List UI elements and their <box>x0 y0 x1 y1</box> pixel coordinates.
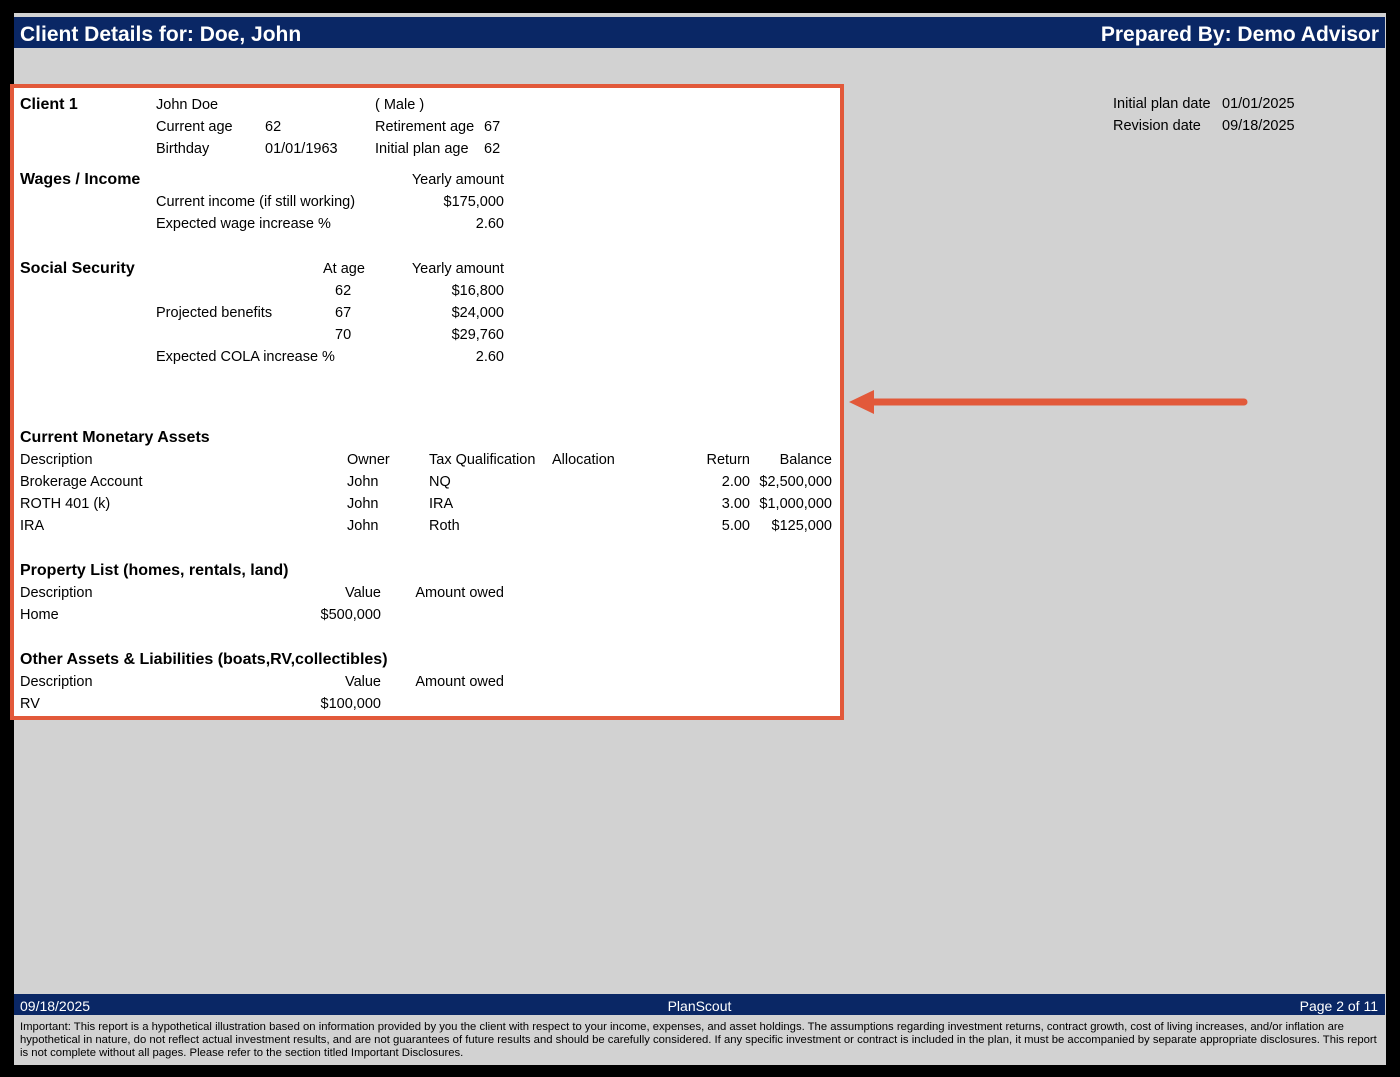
client-heading: Client 1 <box>20 96 78 113</box>
birthday-value: 01/01/1963 <box>265 141 338 157</box>
report-footer: 09/18/2025 PlanScout Page 2 of 11 <box>14 994 1385 1015</box>
initial-plan-age-value: 62 <box>484 141 501 157</box>
property-value-header: Value <box>344 585 381 601</box>
revision-date-label: Revision date <box>1113 118 1201 134</box>
asset-return: 2.00 <box>721 474 750 490</box>
footer-brand: PlanScout <box>667 998 732 1014</box>
footer-page-number: Page 2 of 11 <box>1299 998 1378 1014</box>
asset-owner: John <box>347 496 379 512</box>
retirement-age-label: Retirement age <box>375 119 475 135</box>
ss-row-amount: $29,760 <box>451 327 504 343</box>
ss-row-age: 62 <box>335 283 352 299</box>
current-age-label: Current age <box>156 119 233 135</box>
current-income-label: Current income (if still working) <box>156 194 356 210</box>
assets-description-header: Description <box>20 452 93 468</box>
wages-yearly-header: Yearly amount <box>411 172 504 188</box>
ss-row-age: 67 <box>335 305 352 321</box>
other-description-header: Description <box>20 674 93 690</box>
birthday-label: Birthday <box>156 141 210 157</box>
projected-benefits-label: Projected benefits <box>156 305 273 321</box>
initial-plan-date-value: 01/01/2025 <box>1222 96 1295 112</box>
report-header: Client Details for: Doe, John Prepared B… <box>14 17 1385 48</box>
prepared-by: Prepared By: Demo Advisor <box>1100 23 1379 46</box>
wage-increase-label: Expected wage increase % <box>156 216 331 232</box>
other-value-header: Value <box>344 674 381 690</box>
initial-plan-age-label: Initial plan age <box>375 141 469 157</box>
ss-row-amount: $16,800 <box>451 283 504 299</box>
cola-label: Expected COLA increase % <box>156 349 335 365</box>
assets-balance-header: Balance <box>779 452 832 468</box>
other-value: $100,000 <box>320 696 381 712</box>
ss-age-header: At age <box>323 261 365 277</box>
asset-owner: John <box>347 518 379 534</box>
ss-row-amount: $24,000 <box>451 305 504 321</box>
revision-date-value: 09/18/2025 <box>1222 118 1295 134</box>
assets-return-header: Return <box>706 452 750 468</box>
assets-heading: Current Monetary Assets <box>20 429 210 446</box>
property-value: $500,000 <box>320 607 381 623</box>
current-income-value: $175,000 <box>443 194 504 210</box>
initial-plan-date-label: Initial plan date <box>1113 96 1211 112</box>
assets-tax-header: Tax Qualification <box>429 452 536 468</box>
cola-value: 2.60 <box>475 349 504 365</box>
property-heading: Property List (homes, rentals, land) <box>20 562 289 579</box>
wage-increase-value: 2.60 <box>475 216 504 232</box>
asset-owner: John <box>347 474 379 490</box>
asset-balance: $125,000 <box>771 518 832 534</box>
other-assets-heading: Other Assets & Liabilities (boats,RV,col… <box>20 651 388 668</box>
property-description-header: Description <box>20 585 93 601</box>
asset-tax: NQ <box>429 474 451 490</box>
wages-heading: Wages / Income <box>20 171 141 188</box>
asset-tax: Roth <box>429 518 460 534</box>
asset-description: Brokerage Account <box>20 474 143 490</box>
asset-return: 5.00 <box>721 518 750 534</box>
property-description: Home <box>20 607 59 623</box>
other-description: RV <box>20 696 40 712</box>
social-security-heading: Social Security <box>20 260 135 277</box>
disclaimer-text: Important: This report is a hypothetical… <box>20 1021 1377 1059</box>
current-age-value: 62 <box>265 119 282 135</box>
pointer-arrow <box>849 390 1248 414</box>
other-owed-header: Amount owed <box>415 674 504 690</box>
client-gender: ( Male ) <box>375 97 425 113</box>
asset-description: ROTH 401 (k) <box>20 496 111 512</box>
asset-balance: $2,500,000 <box>759 474 832 490</box>
assets-allocation-header: Allocation <box>552 452 615 468</box>
client-name: John Doe <box>156 97 219 113</box>
client-details-title: Client Details for: Doe, John <box>20 23 302 46</box>
ss-row-age: 70 <box>335 327 352 343</box>
asset-tax: IRA <box>429 496 454 512</box>
property-owed-header: Amount owed <box>415 585 504 601</box>
assets-owner-header: Owner <box>347 452 390 468</box>
asset-balance: $1,000,000 <box>759 496 832 512</box>
retirement-age-value: 67 <box>484 119 501 135</box>
asset-description: IRA <box>20 518 45 534</box>
ss-yearly-header: Yearly amount <box>411 261 504 277</box>
asset-return: 3.00 <box>721 496 750 512</box>
